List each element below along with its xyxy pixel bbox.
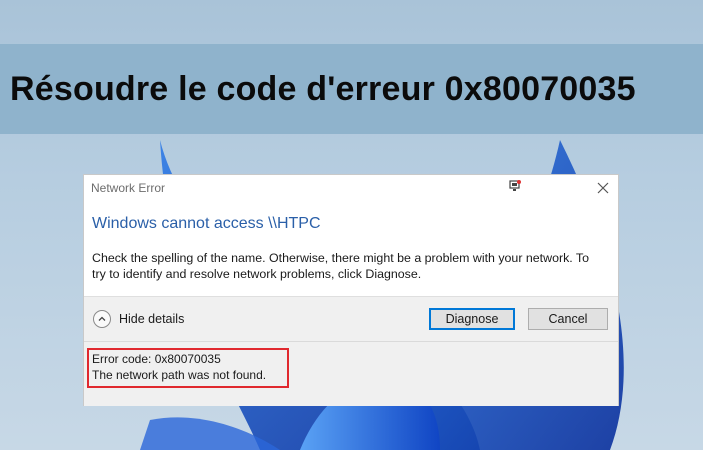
message-line-2: try to identify and resolve network prob…	[92, 267, 422, 281]
close-button[interactable]	[592, 178, 614, 198]
chevron-up-icon	[93, 310, 111, 328]
dialog-titlebar: Network Error	[84, 175, 618, 201]
details-divider	[84, 341, 618, 342]
dialog-heading: Windows cannot access \\HTPC	[92, 215, 321, 232]
banner-title: Résoudre le code d'erreur 0x80070035	[10, 69, 636, 108]
error-code: Error code: 0x80070035	[92, 352, 221, 366]
error-description: The network path was not found.	[92, 368, 267, 382]
cancel-button[interactable]: Cancel	[528, 308, 608, 330]
hide-details-toggle[interactable]: Hide details	[93, 310, 184, 328]
dialog-footer: Hide details Diagnose Cancel Error code:…	[84, 296, 618, 406]
diagnose-button[interactable]: Diagnose	[429, 308, 515, 330]
banner: Résoudre le code d'erreur 0x80070035	[0, 44, 703, 134]
error-details: Error code: 0x80070035 The network path …	[92, 351, 266, 383]
dialog-title: Network Error	[91, 181, 166, 195]
hide-details-label: Hide details	[119, 312, 185, 326]
network-error-dialog: Network Error Windows cannot access \\HT…	[84, 175, 618, 406]
network-icon	[509, 180, 521, 191]
message-line-1: Check the spelling of the name. Otherwis…	[92, 251, 590, 265]
dialog-message: Check the spelling of the name. Otherwis…	[92, 250, 612, 282]
close-icon	[597, 182, 609, 194]
